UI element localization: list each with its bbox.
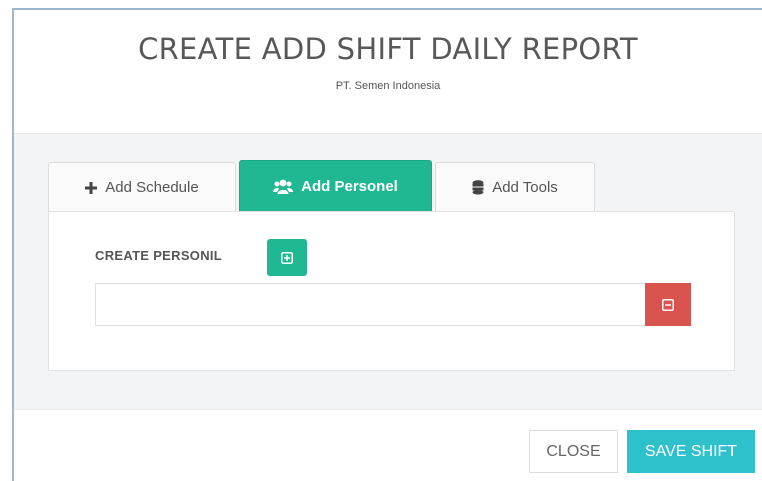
close-button[interactable]: CLOSE — [529, 430, 618, 473]
plus-icon — [85, 181, 98, 194]
tab-label: Add Schedule — [105, 179, 199, 196]
users-icon — [273, 179, 294, 194]
remove-personil-button[interactable] — [645, 283, 691, 326]
personil-input[interactable] — [95, 283, 645, 326]
add-personil-button[interactable] — [267, 239, 307, 276]
tab-add-tools[interactable]: Add Tools — [435, 162, 595, 212]
tab-label: Add Personel — [301, 178, 398, 195]
create-shift-modal: CREATE ADD SHIFT DAILY REPORT PT. Semen … — [12, 8, 762, 481]
database-icon — [472, 180, 484, 195]
tab-add-schedule[interactable]: Add Schedule — [48, 162, 236, 212]
modal-body: Add Schedule Add Personel Add Tools CREA… — [14, 134, 762, 409]
plus-square-icon — [281, 251, 293, 264]
personel-tab-panel: CREATE PERSONIL — [48, 211, 735, 371]
modal-footer: CLOSE SAVE SHIFT — [14, 409, 762, 481]
modal-header: CREATE ADD SHIFT DAILY REPORT PT. Semen … — [14, 10, 762, 134]
tab-label: Add Tools — [492, 179, 558, 196]
modal-subtitle: PT. Semen Indonesia — [335, 80, 441, 92]
tab-add-personel[interactable]: Add Personel — [239, 160, 432, 212]
minus-square-icon — [662, 298, 674, 311]
modal-title: CREATE ADD SHIFT DAILY REPORT — [138, 32, 638, 66]
create-personil-label: CREATE PERSONIL — [95, 248, 223, 263]
save-shift-button[interactable]: SAVE SHIFT — [627, 430, 755, 473]
